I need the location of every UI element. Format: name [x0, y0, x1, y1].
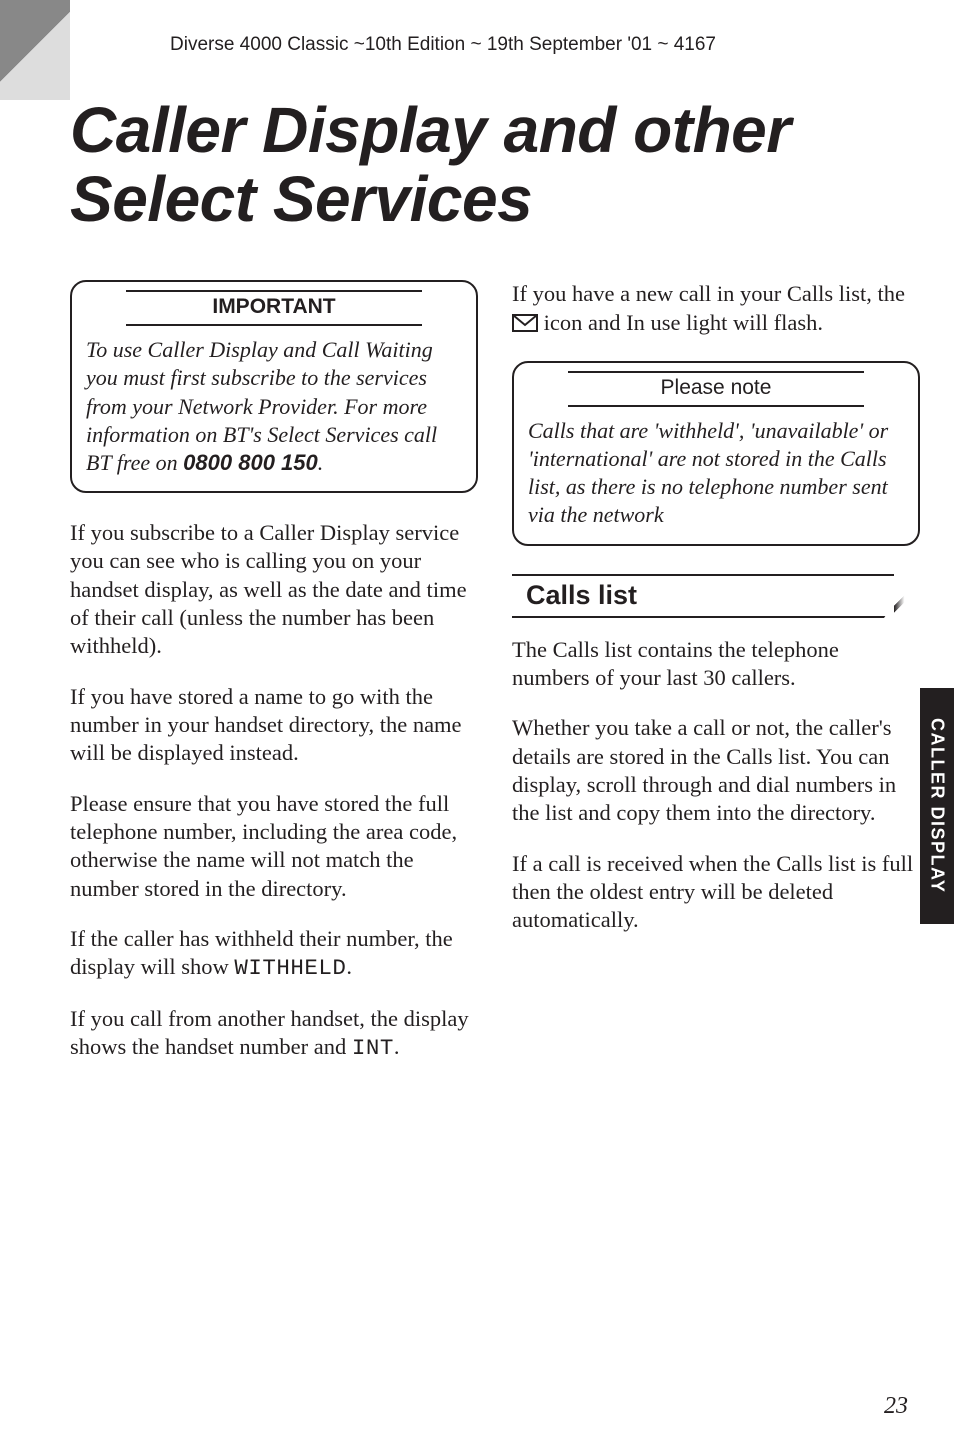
- left-p5-pre: If you call from another handset, the di…: [70, 1006, 469, 1059]
- side-tab-label: CALLER DISPLAY: [927, 718, 948, 893]
- envelope-icon: [512, 311, 538, 339]
- right-p4: If a call is received when the Calls lis…: [512, 850, 920, 935]
- two-column-layout: IMPORTANT To use Caller Display and Call…: [70, 280, 920, 1062]
- page-title: Caller Display and other Select Services: [70, 96, 920, 234]
- important-label: IMPORTANT: [126, 290, 422, 326]
- please-note-body: Calls that are 'withheld', 'unavailable'…: [528, 417, 904, 530]
- right-p1-pre: If you have a new call in your Calls lis…: [512, 281, 905, 306]
- left-column: IMPORTANT To use Caller Display and Call…: [70, 280, 478, 1062]
- right-p2: The Calls list contains the telephone nu…: [512, 636, 920, 693]
- left-p5: If you call from another handset, the di…: [70, 1005, 478, 1063]
- heading-diagonal-decoration: [880, 574, 920, 618]
- running-header: Diverse 4000 Classic ~10th Edition ~ 19t…: [170, 34, 716, 56]
- left-p4-post: .: [346, 954, 352, 979]
- right-column: If you have a new call in your Calls lis…: [512, 280, 920, 1062]
- important-phone: 0800 800 150: [183, 450, 318, 475]
- title-line-2: Select Services: [70, 163, 532, 235]
- important-box: IMPORTANT To use Caller Display and Call…: [70, 280, 478, 493]
- important-body-post: .: [318, 450, 324, 475]
- page-number: 23: [884, 1393, 908, 1420]
- left-p3: Please ensure that you have stored the f…: [70, 790, 478, 903]
- side-tab: CALLER DISPLAY: [920, 688, 954, 924]
- left-p2: If you have stored a name to go with the…: [70, 683, 478, 768]
- content-area: Caller Display and other Select Services…: [70, 96, 920, 1063]
- calls-list-heading: Calls list: [512, 574, 920, 618]
- right-p1-post: icon and In use light will flash.: [544, 310, 823, 335]
- left-p1: If you subscribe to a Caller Display ser…: [70, 519, 478, 661]
- please-note-box: Please note Calls that are 'withheld', '…: [512, 361, 920, 546]
- important-body: To use Caller Display and Call Waiting y…: [86, 336, 462, 477]
- left-edge-white-cover: [0, 100, 70, 1456]
- left-p4: If the caller has withheld their number,…: [70, 925, 478, 983]
- calls-list-heading-text: Calls list: [512, 574, 920, 618]
- corner-decoration: [0, 0, 70, 100]
- right-p1: If you have a new call in your Calls lis…: [512, 280, 920, 339]
- left-p5-mono: INT: [352, 1035, 394, 1061]
- left-p5-post: .: [394, 1034, 400, 1059]
- right-p3: Whether you take a call or not, the call…: [512, 714, 920, 827]
- page: CALLER DISPLAY Diverse 4000 Classic ~10t…: [0, 0, 954, 1456]
- please-note-label: Please note: [568, 371, 864, 407]
- title-line-1: Caller Display and other: [70, 94, 791, 166]
- left-p4-mono: WITHHELD: [234, 955, 346, 981]
